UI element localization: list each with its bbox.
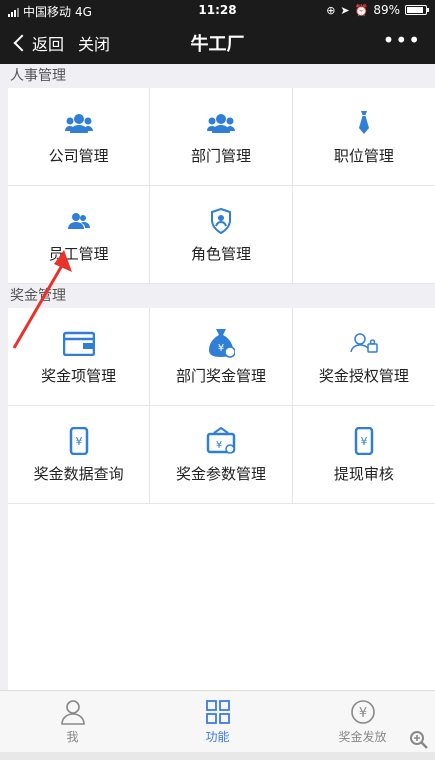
battery-percent: 89% xyxy=(373,3,400,17)
menu-item-label: 部门管理 xyxy=(190,147,251,165)
menu-item-withdraw-review[interactable]: ¥ 提现审核 xyxy=(292,406,435,504)
phone-screen: 中国移动 4G 11:28 ⊕ ➤ ⏰ 89% 返回 关闭 牛工厂 ••• 人事… xyxy=(0,0,435,760)
phone-yen-icon: ¥ xyxy=(354,427,374,455)
menu-item-label: 角色管理 xyxy=(190,245,251,263)
location-icon: ➤ xyxy=(340,3,350,17)
people-icon xyxy=(67,213,90,229)
tab-label: 奖金发放 xyxy=(338,729,387,744)
tab-bar: 我 功能 ¥ 奖金发放 xyxy=(0,690,435,752)
grid-icon xyxy=(205,699,230,724)
yen-circle-icon: ¥ xyxy=(350,699,375,724)
section-title-bonus: 奖金管理 xyxy=(0,284,435,308)
group-icon xyxy=(206,114,235,133)
rotation-lock-icon: ⊕ xyxy=(326,3,336,17)
menu-item-employee[interactable]: 员工管理 xyxy=(8,186,151,284)
menu-item-label: 奖金授权管理 xyxy=(318,367,409,385)
zoom-in-icon[interactable] xyxy=(409,730,429,754)
page-title: 牛工厂 xyxy=(190,34,245,55)
money-bag-icon: ¥ xyxy=(208,329,235,358)
battery-icon xyxy=(405,5,429,15)
section-title-hr: 人事管理 xyxy=(0,64,435,88)
bottom-strip xyxy=(0,752,435,760)
empty-cell xyxy=(292,186,435,284)
alarm-icon: ⏰ xyxy=(354,3,369,17)
briefcase-yen-icon: ¥ xyxy=(206,427,236,454)
menu-item-label: 职位管理 xyxy=(333,147,394,165)
shield-user-icon xyxy=(210,208,231,234)
tie-icon xyxy=(358,111,369,134)
menu-item-label: 员工管理 xyxy=(48,245,109,263)
menu-item-label: 提现审核 xyxy=(333,465,394,483)
menu-item-label: 奖金参数管理 xyxy=(175,465,266,483)
hr-grid: 公司管理 部门管理 职位管理 员工管理 角色管理 xyxy=(8,88,435,284)
menu-item-department[interactable]: 部门管理 xyxy=(150,88,293,186)
menu-item-position[interactable]: 职位管理 xyxy=(292,88,435,186)
bonus-grid: 奖金项管理 ¥ 部门奖金管理 奖金授权管理 ¥ 奖金数据查询 ¥ 奖金参数管理 … xyxy=(8,308,435,504)
menu-item-bonus-params[interactable]: ¥ 奖金参数管理 xyxy=(150,406,293,504)
tab-functions[interactable]: 功能 xyxy=(145,691,290,752)
svg-text:¥: ¥ xyxy=(216,440,222,451)
menu-item-bonus-auth[interactable]: 奖金授权管理 xyxy=(292,308,435,406)
menu-item-role[interactable]: 角色管理 xyxy=(150,186,293,284)
status-bar: 中国移动 4G 11:28 ⊕ ➤ ⏰ 89% xyxy=(0,0,435,22)
person-icon xyxy=(60,699,85,725)
menu-item-company[interactable]: 公司管理 xyxy=(8,88,151,186)
phone-yen-icon: ¥ xyxy=(69,427,88,455)
tab-me[interactable]: 我 xyxy=(0,691,145,752)
menu-item-label: 奖金项管理 xyxy=(41,367,117,385)
status-right: ⊕ ➤ ⏰ 89% xyxy=(326,3,429,17)
menu-item-bonus-query[interactable]: ¥ 奖金数据查询 xyxy=(8,406,151,504)
wallet-icon xyxy=(62,331,95,356)
function-list: 人事管理 公司管理 部门管理 职位管理 员工管理 角色管理 奖金管理 奖金项管理… xyxy=(0,64,435,690)
nav-bar: 返回 关闭 牛工厂 ••• xyxy=(0,22,435,64)
menu-item-label: 奖金数据查询 xyxy=(33,465,124,483)
menu-item-label: 公司管理 xyxy=(48,147,109,165)
tab-label: 我 xyxy=(66,729,79,744)
menu-item-bonus-item[interactable]: 奖金项管理 xyxy=(8,308,151,406)
svg-text:¥: ¥ xyxy=(218,343,224,354)
svg-text:¥: ¥ xyxy=(75,435,82,448)
menu-item-label: 部门奖金管理 xyxy=(175,367,266,385)
menu-item-dept-bonus[interactable]: ¥ 部门奖金管理 xyxy=(150,308,293,406)
svg-text:¥: ¥ xyxy=(360,435,367,448)
svg-text:¥: ¥ xyxy=(358,706,366,721)
group-icon xyxy=(64,114,93,133)
more-button[interactable]: ••• xyxy=(383,28,421,52)
user-key-icon xyxy=(350,333,378,353)
tab-label: 功能 xyxy=(205,729,230,744)
